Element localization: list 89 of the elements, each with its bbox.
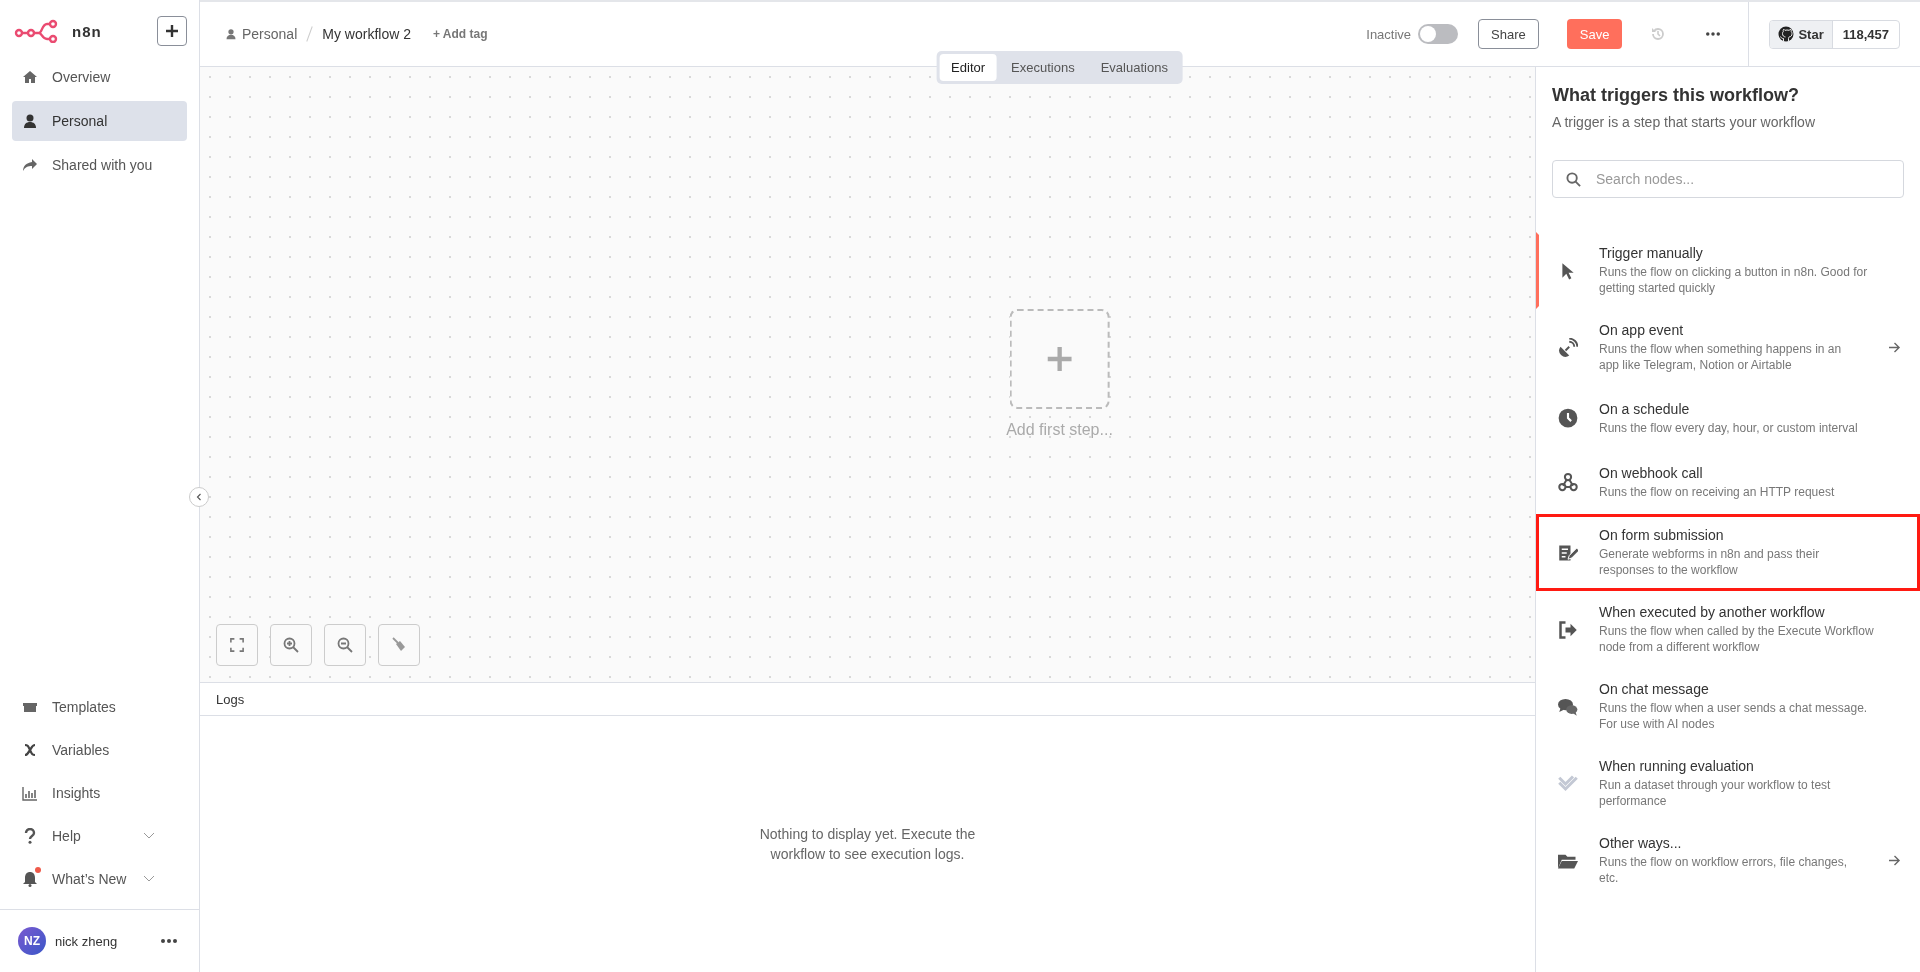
sidebar-item[interactable]: Overview xyxy=(12,60,187,94)
tidy-up-button[interactable] xyxy=(378,624,420,666)
trigger-option[interactable]: On app event Runs the flow when something happens in an app like Telegram, Notion or Airtable xyxy=(1536,309,1920,386)
zoom-in-button[interactable] xyxy=(270,624,312,666)
sidebar-item[interactable]: Personal xyxy=(12,101,187,141)
trigger-description: Runs the flow on receiving an HTTP request xyxy=(1599,483,1836,500)
trigger-option[interactable]: When running evaluation Run a dataset through your workflow to test performance xyxy=(1536,745,1920,822)
collapse-button[interactable] xyxy=(189,487,209,507)
trigger-description: Generate webforms in n8n and pass their responses to the workflow xyxy=(1599,546,1821,578)
question-icon xyxy=(22,828,38,844)
view-tab[interactable]: Executions xyxy=(999,54,1087,81)
webhook-icon xyxy=(1558,472,1578,492)
trigger-option[interactable]: On chat message Runs the flow when a user sends a chat message. For use with AI nodes xyxy=(1536,668,1920,745)
search-field[interactable]: Search nodes... xyxy=(1552,160,1904,198)
double-check-icon xyxy=(1558,773,1578,794)
trigger-description: Runs the flow when called by the Execute Workflow node from a different workflow xyxy=(1599,623,1875,655)
trigger-description: Runs the flow when something happens in an app like Telegram, Notion or Airtable xyxy=(1599,341,1843,373)
more-icon[interactable] xyxy=(1706,32,1721,36)
panel-title: What triggers this workflow? xyxy=(1551,85,1800,106)
satellite-dish-icon xyxy=(1558,337,1578,358)
view-tab[interactable]: Evaluations xyxy=(1088,54,1180,81)
trigger-title: Other ways... xyxy=(1599,835,1683,851)
github-star-button[interactable]: Star xyxy=(1770,20,1833,48)
star-count: 118,457 xyxy=(1841,25,1890,44)
person-icon xyxy=(225,28,237,40)
github-icon xyxy=(1778,26,1795,42)
bell-icon xyxy=(22,871,38,887)
active-toggle[interactable] xyxy=(1418,24,1459,44)
zoom-out-button[interactable] xyxy=(324,624,366,666)
trigger-option[interactable]: Other ways... Runs the flow on workflow errors, file changes, etc. xyxy=(1536,822,1920,899)
fit-view-button[interactable] xyxy=(216,624,258,666)
view-tab[interactable]: Editor xyxy=(939,54,998,81)
add-first-step-label: Add first step... xyxy=(1006,421,1113,439)
zoom-out-icon xyxy=(337,637,353,653)
trigger-description: Run a dataset through your workflow to test performance xyxy=(1599,777,1832,809)
status-label: Inactive xyxy=(1366,26,1412,42)
breadcrumb-link[interactable]: Personal xyxy=(242,26,298,42)
chat-bubbles-icon xyxy=(1557,696,1579,717)
chevron-down-icon xyxy=(143,875,155,883)
trigger-option[interactable]: When executed by another workflow Runs the flow when called by the Execute Workflow node from a different workflow xyxy=(1536,591,1920,668)
sidebar-item[interactable]: Insights xyxy=(12,779,187,807)
empty-logs-message: Nothing to display yet. Execute the workflow to see execution logs. xyxy=(758,825,977,864)
sidebar-item[interactable]: Shared with you xyxy=(12,148,187,182)
sidebar-item[interactable]: What’s New xyxy=(12,865,187,893)
github-star-widget[interactable]: Star 118,457 xyxy=(1769,19,1900,49)
trigger-description: Runs the flow on workflow errors, file changes, etc. xyxy=(1599,854,1849,886)
trigger-description: Runs the flow every day, hour, or custom interval xyxy=(1599,419,1859,436)
user-avatar: NZ xyxy=(18,927,46,955)
sidebar-item[interactable]: Templates xyxy=(12,693,187,721)
zoom-in-icon xyxy=(283,637,299,653)
add-button[interactable] xyxy=(157,16,187,46)
clock-icon xyxy=(1558,408,1578,428)
workflow-name[interactable]: My workflow 2 xyxy=(322,26,411,42)
more-icon[interactable] xyxy=(161,939,177,943)
variable-icon xyxy=(22,742,38,758)
fullscreen-icon xyxy=(230,638,244,652)
chevron-down-icon xyxy=(143,832,155,840)
plus-icon xyxy=(1046,346,1073,372)
trigger-title: On app event xyxy=(1599,322,1685,338)
person-icon xyxy=(22,113,38,129)
add-tag-link[interactable]: + Add tag xyxy=(432,27,488,41)
chevron-left-icon xyxy=(196,493,202,501)
brand-name: n8n xyxy=(72,22,103,40)
home-icon xyxy=(22,69,38,85)
bar-chart-icon xyxy=(22,785,38,801)
trigger-title: On a schedule xyxy=(1599,400,1691,417)
trigger-option[interactable]: On a schedule Runs the flow every day, hour, or custom interval xyxy=(1536,386,1920,450)
trigger-title: When executed by another workflow xyxy=(1599,604,1826,620)
trigger-option[interactable]: On webhook call Runs the flow on receiving an HTTP request xyxy=(1536,450,1920,514)
share-arrow-icon xyxy=(22,157,38,173)
trigger-title: Trigger manually xyxy=(1599,245,1704,261)
trigger-description: Runs the flow when a user sends a chat message. For use with AI nodes xyxy=(1599,700,1869,732)
sidebar-item[interactable]: Variables xyxy=(12,736,187,764)
panel-subtitle: A trigger is a step that starts your workflow xyxy=(1551,113,1816,130)
broom-icon xyxy=(391,637,407,653)
logs-title: Logs xyxy=(216,691,245,707)
trigger-option[interactable]: Trigger manually Runs the flow on clicking a button in n8n. Good for getting started quickly xyxy=(1536,232,1920,309)
trigger-title: When running evaluation xyxy=(1599,758,1755,774)
plus-icon xyxy=(165,24,179,38)
trigger-title: On chat message xyxy=(1599,681,1710,697)
user-name: nick zheng xyxy=(55,933,119,949)
trigger-title: On form submission xyxy=(1599,527,1725,543)
trigger-option[interactable]: On form submission Generate webforms in n8n and pass their responses to the workflow xyxy=(1536,514,1920,591)
sidebar-item[interactable]: Help xyxy=(12,822,187,850)
share-button[interactable]: Share xyxy=(1478,19,1539,49)
trigger-title: On webhook call xyxy=(1599,464,1704,481)
notification-dot xyxy=(35,867,41,873)
sign-out-icon xyxy=(1558,619,1578,640)
trigger-description: Runs the flow on clicking a button in n8n. Good for getting started quickly xyxy=(1599,264,1869,296)
